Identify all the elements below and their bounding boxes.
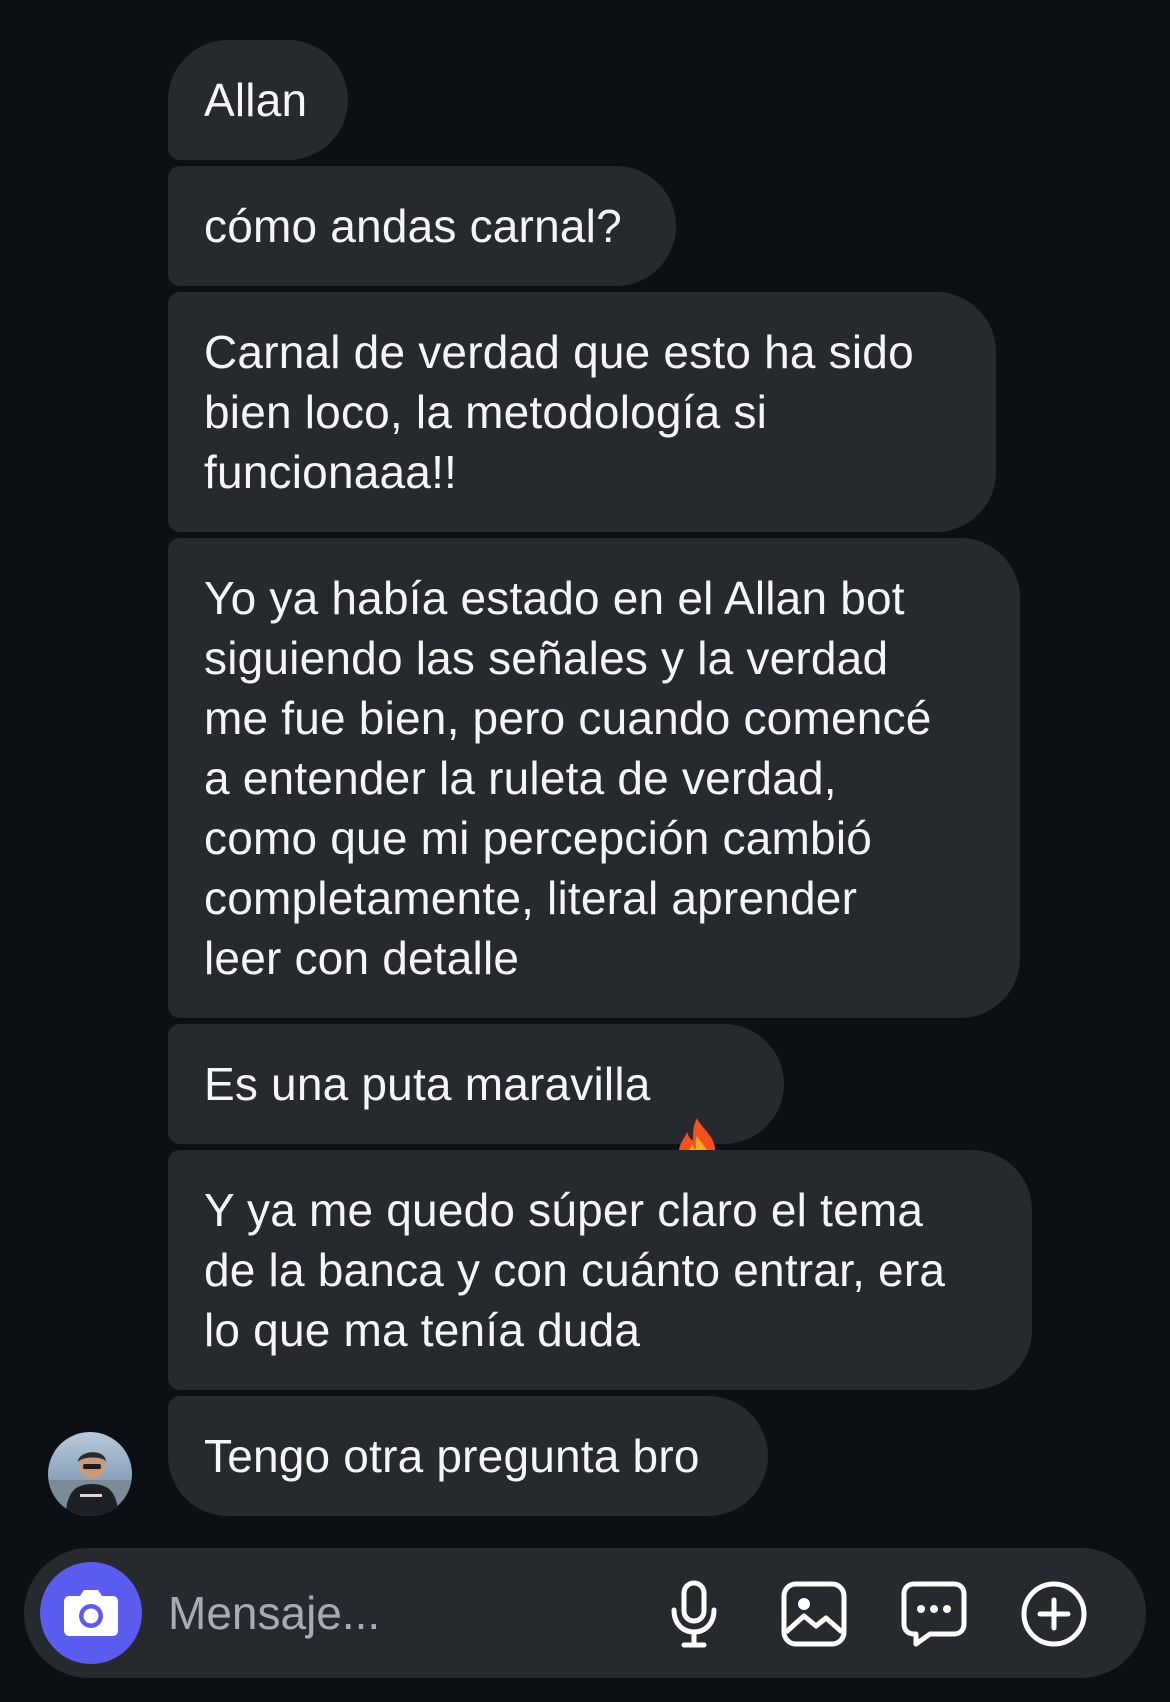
message-bubble[interactable]: Es una puta maravilla [168,1024,784,1170]
message-bubble[interactable]: Allan [168,40,348,160]
message-text: Es una puta maravilla [204,1058,651,1110]
plus-circle-icon [1021,1581,1087,1647]
message-text: Carnal de verdad que esto ha sido bien l… [204,326,914,498]
message-input[interactable] [168,1580,648,1646]
message-text: Tengo otra pregunta bro [204,1430,700,1482]
message-bubble[interactable]: Y ya me quedo súper claro el tema de la … [168,1150,1032,1390]
message-thread: Allan cómo andas carnal? Carnal de verda… [0,0,1170,1545]
message-bubble[interactable]: Tengo otra pregunta bro [168,1396,768,1516]
message-composer [24,1548,1146,1678]
message-text: Y ya me quedo súper claro el tema de la … [204,1184,946,1356]
gallery-icon [781,1581,847,1647]
sticker-icon [901,1581,967,1647]
microphone-button[interactable] [658,1578,730,1650]
microphone-icon [671,1580,717,1648]
message-text: Allan [204,74,308,126]
add-button[interactable] [1018,1578,1090,1650]
message-bubble[interactable]: Carnal de verdad que esto ha sido bien l… [168,292,996,532]
camera-icon [64,1590,118,1636]
camera-button[interactable] [40,1562,142,1664]
message-text: Yo ya había estado en el Allan bot sigui… [204,572,932,984]
fire-icon [673,1056,721,1170]
gallery-button[interactable] [778,1578,850,1650]
message-bubble[interactable]: Yo ya había estado en el Allan bot sigui… [168,538,1020,1018]
message-bubble[interactable]: cómo andas carnal? [168,166,676,286]
message-text: cómo andas carnal? [204,200,622,252]
sticker-button[interactable] [898,1578,970,1650]
avatar[interactable] [48,1432,132,1516]
